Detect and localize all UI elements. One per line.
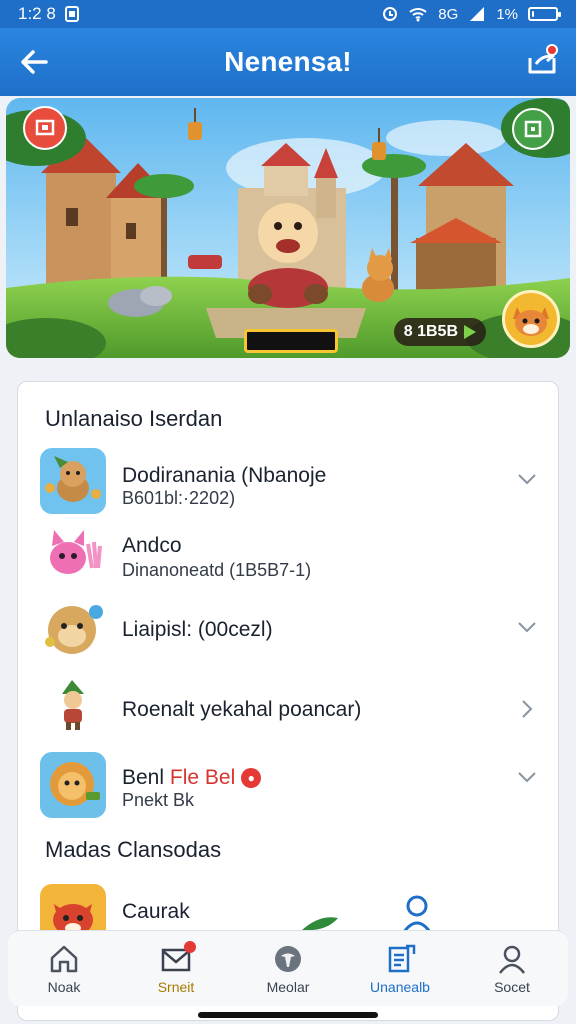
- alarm-icon: [383, 7, 398, 21]
- monkey-face-icon: [40, 598, 106, 664]
- nav-label: Socet: [494, 979, 530, 995]
- list-item[interactable]: Liaipisl: (00cezl): [40, 598, 550, 668]
- app-bar: Nenensa!: [0, 28, 576, 96]
- flag-icon: [35, 119, 55, 136]
- chevron-down-icon[interactable]: [516, 616, 538, 638]
- progress-bar: [244, 329, 338, 353]
- page-title: Nenensa!: [224, 46, 352, 77]
- hero-banner[interactable]: 8 1B5B: [6, 98, 570, 358]
- person-outline-icon: [402, 895, 432, 933]
- nav-item-shield[interactable]: Meolar: [232, 931, 344, 1006]
- nav-label: Noak: [47, 979, 81, 995]
- item-title: Caurak: [122, 900, 190, 923]
- dog-adventurer-icon: [40, 448, 106, 514]
- share-button[interactable]: [522, 42, 562, 82]
- map-badge-button[interactable]: [512, 108, 554, 150]
- item-title: Dodiranania (Nbanoje: [122, 464, 327, 487]
- content-card: Unlanaiso Iserdan Dodiranania (Nbanoje B…: [17, 381, 559, 1021]
- alert-badge-icon: ●: [241, 768, 262, 788]
- document-icon: [388, 944, 416, 973]
- section-title: Unlanaiso Iserdan: [45, 406, 223, 431]
- item-title-main: Benl: [122, 766, 165, 789]
- signal-icon: [470, 7, 485, 21]
- sim-icon: [64, 6, 79, 22]
- notification-dot: [546, 44, 558, 56]
- nav-item-profile[interactable]: Socet: [456, 931, 568, 1006]
- home-icon: [50, 945, 78, 973]
- home-indicator[interactable]: [198, 1012, 378, 1018]
- list-item[interactable]: Benl Fle Bel ● Pnekt Bk: [40, 752, 550, 822]
- wifi-icon: [409, 8, 427, 22]
- item-subtitle: B601bl:·2202): [122, 488, 236, 508]
- nav-item-home[interactable]: Noak: [8, 931, 120, 1006]
- item-subtitle: Pnekt Bk: [122, 790, 195, 810]
- list-item[interactable]: Dodiranania (Nbanoje B601bl:·2202): [40, 448, 550, 518]
- shield-icon: [275, 946, 301, 972]
- item-title: Liaipisl: (00cezl): [122, 618, 273, 641]
- mail-notification-dot: [184, 941, 196, 953]
- play-arrow-icon: [464, 325, 476, 339]
- battery-level: [532, 11, 534, 17]
- nav-label: Unanealb: [370, 979, 430, 995]
- banner-illustration: [6, 98, 570, 358]
- pink-cat-icon: [40, 524, 106, 590]
- item-title: Roenalt yekahal poancar): [122, 698, 362, 721]
- section-title: Madas Clansodas: [45, 837, 222, 862]
- battery-percent: 1%: [496, 5, 518, 23]
- nav-item-document[interactable]: Unanealb: [344, 931, 456, 1006]
- nav-label: Meolar: [266, 979, 310, 995]
- coin-counter[interactable]: 8 1B5B: [393, 318, 486, 346]
- coin-value: 8 1B5B: [403, 323, 458, 340]
- battery-icon: [528, 7, 561, 21]
- nav-label: Srneit: [157, 979, 195, 995]
- list-item[interactable]: Roenalt yekahal poancar): [40, 676, 550, 746]
- back-arrow-icon: [21, 50, 48, 74]
- network-type: 8G: [438, 5, 459, 23]
- chevron-down-icon[interactable]: [516, 468, 538, 490]
- fox-avatar[interactable]: [502, 290, 560, 348]
- map-icon: [524, 120, 542, 138]
- fox-icon: [513, 307, 549, 336]
- elf-character-icon: [40, 676, 106, 742]
- item-title-highlight: Fle Bel: [169, 766, 236, 789]
- nav-item-mail[interactable]: Srneit: [120, 931, 232, 1006]
- status-time: 1:2 8: [18, 4, 56, 23]
- mail-icon: [160, 941, 196, 975]
- lion-character-icon: [40, 752, 106, 818]
- flag-badge-button[interactable]: [23, 106, 67, 150]
- item-title: Benl Fle Bel ●: [122, 766, 262, 790]
- status-bar: 1:2 8 8G 1%: [0, 0, 576, 28]
- chevron-right-icon[interactable]: [516, 698, 538, 720]
- leaf-icon: [302, 917, 338, 931]
- list-item[interactable]: Andco Dinanoneatd (1B5B7-1): [40, 524, 550, 594]
- item-subtitle: Dinanoneatd (1B5B7-1): [122, 560, 312, 580]
- chevron-down-icon[interactable]: [516, 766, 538, 788]
- person-icon: [499, 945, 525, 974]
- item-title: Andco: [122, 534, 182, 557]
- bottom-navigation: Noak Srneit Meolar Unanealb Socet: [8, 930, 568, 1006]
- back-button[interactable]: [14, 42, 54, 82]
